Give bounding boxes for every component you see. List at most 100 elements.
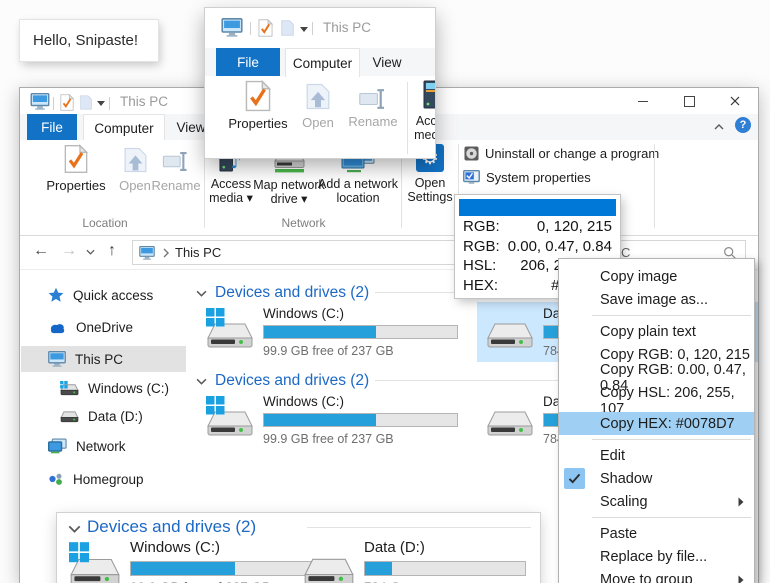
menu-item-paste[interactable]: Paste <box>559 522 754 545</box>
snip-hello-note[interactable]: Hello, Snipaste! <box>20 20 158 61</box>
separator <box>109 97 110 110</box>
snip-window-title: This PC <box>323 20 371 35</box>
minimize-button[interactable] <box>620 88 666 114</box>
menu-item-label: Scaling <box>600 494 648 510</box>
menu-item-save-image-as[interactable]: Save image as... <box>559 288 754 311</box>
sidebar-item-homegroup[interactable]: Homegroup <box>48 467 144 491</box>
rename-icon <box>358 88 388 110</box>
menu-item-label: Copy plain text <box>600 324 696 340</box>
rename-button[interactable]: Rename <box>152 144 200 193</box>
drive-name: Windows (C:) <box>263 394 458 410</box>
drive-usage-fill <box>365 562 392 575</box>
menu-item-label: Replace by file... <box>600 549 707 565</box>
help-icon[interactable]: ? <box>735 117 751 133</box>
menu-separator <box>592 439 751 440</box>
menu-item-edit[interactable]: Edit <box>559 444 754 467</box>
menu-item-copy-image[interactable]: Copy image <box>559 265 754 288</box>
help-glyph: ? <box>740 119 747 131</box>
section-header-devices-2[interactable]: Devices and drives (2) <box>196 372 369 390</box>
drive-name: Windows (C:) <box>263 306 458 322</box>
close-icon <box>730 96 740 106</box>
system-properties-button[interactable]: System properties <box>463 170 591 185</box>
data-drive-icon <box>60 410 79 423</box>
new-item-quick-icon <box>281 20 294 36</box>
properties-icon <box>64 144 88 174</box>
menu-item-shadow[interactable]: Shadow <box>559 467 754 490</box>
color-row-rgb-float: RGB: 0.00, 0.47, 0.84 <box>458 237 617 257</box>
menu-item-copy-hsl[interactable]: Copy HSL: 206, 255, 107 <box>559 389 754 412</box>
tab-computer-label: Computer <box>293 56 352 71</box>
rename-label: Rename <box>151 179 200 193</box>
open-label: Open <box>302 116 334 130</box>
snip-this-pc-window[interactable]: This PC File Computer View Properties Op… <box>205 8 435 158</box>
maximize-button[interactable] <box>666 88 712 114</box>
menu-separator <box>592 315 751 316</box>
tab-file[interactable]: File <box>27 114 77 140</box>
separator <box>250 22 251 35</box>
drive-usage-bar <box>263 413 458 427</box>
forward-button[interactable]: → <box>61 243 77 259</box>
drive-tile-windows-c[interactable]: Windows (C:) 99.9 GB free of 237 GB <box>206 394 458 446</box>
properties-label: Properties <box>46 179 105 193</box>
checkmark-box <box>564 468 585 489</box>
network-icon <box>48 438 67 454</box>
qat-dropdown-icon <box>300 27 308 32</box>
submenu-arrow-icon <box>738 575 744 583</box>
section-header-label: Devices and drives (2) <box>215 372 369 390</box>
quick-access-star-icon <box>48 287 64 303</box>
snip-tabstrip: File Computer View <box>205 48 435 76</box>
drive-tile-windows-c[interactable]: Windows (C:) 99.9 GB free of 237 GB <box>206 306 458 358</box>
sidebar-item-network[interactable]: Network <box>48 434 126 458</box>
new-item-quick-icon[interactable] <box>80 95 92 110</box>
window-title: This PC <box>120 94 168 109</box>
tab-computer-label: Computer <box>94 121 153 136</box>
open-settings-label: OpenSettings <box>407 177 452 204</box>
menu-item-copy-plain-text[interactable]: Copy plain text <box>559 320 754 343</box>
sidebar-item-quick-access[interactable]: Quick access <box>48 283 153 307</box>
menu-item-move-to-group[interactable]: Move to group <box>559 568 754 583</box>
context-menu: Copy image Save image as... Copy plain t… <box>558 258 755 583</box>
system-properties-icon <box>463 170 480 185</box>
menu-item-label: Copy HEX: #0078D7 <box>600 416 735 432</box>
snip-open-button: Open <box>297 82 339 130</box>
this-pc-icon <box>221 18 243 37</box>
menu-item-scaling[interactable]: Scaling <box>559 490 754 513</box>
sidebar-item-onedrive[interactable]: OneDrive <box>48 315 133 339</box>
menu-item-copy-hex[interactable]: Copy HEX: #0078D7 <box>559 412 754 435</box>
section-header-devices-1[interactable]: Devices and drives (2) <box>196 284 369 302</box>
sidebar-item-data-d[interactable]: Data (D:) <box>60 404 143 428</box>
back-button[interactable]: ← <box>33 243 49 259</box>
properties-quick-icon[interactable] <box>60 94 74 111</box>
collapse-chevron-icon <box>196 378 207 385</box>
drive-free-space: 99.9 GB free of 237 GB <box>263 432 458 446</box>
menu-item-replace-by-file[interactable]: Replace by file... <box>559 545 754 568</box>
breadcrumb[interactable]: This PC <box>175 245 221 260</box>
tab-computer[interactable]: Computer <box>83 114 165 141</box>
rename-icon <box>162 151 190 172</box>
breadcrumb-chevron-icon[interactable] <box>163 248 169 258</box>
sidebar-item-label: OneDrive <box>76 320 133 335</box>
minimize-icon <box>638 101 648 102</box>
menu-item-label: Copy RGB: 0, 120, 215 <box>600 347 750 363</box>
sidebar-item-windows-c[interactable]: Windows (C:) <box>60 376 169 400</box>
menu-separator <box>592 517 751 518</box>
minimize-ribbon-icon[interactable] <box>714 124 724 130</box>
tab-view-label: View <box>372 55 401 70</box>
drive-usage-bar <box>364 561 526 576</box>
sidebar-item-this-pc[interactable]: This PC <box>48 347 123 371</box>
group-label-location: Location <box>45 216 165 230</box>
tab-view-label: View <box>176 120 205 135</box>
color-row-label: RGB: <box>463 237 500 257</box>
snip-devices-zoomed[interactable]: Devices and drives (2) Windows (C:) 99.9… <box>57 513 540 583</box>
onedrive-cloud-icon <box>48 321 67 334</box>
recent-locations-icon[interactable] <box>86 249 95 255</box>
up-button[interactable]: ↑ <box>108 243 116 259</box>
properties-button[interactable]: Properties <box>45 144 107 193</box>
data-drive-icon <box>486 400 534 440</box>
section-header-label: Devices and drives (2) <box>215 284 369 302</box>
uninstall-program-button[interactable]: Uninstall or change a program <box>464 146 659 161</box>
qat-dropdown-icon[interactable] <box>97 101 105 106</box>
close-button[interactable] <box>712 88 758 114</box>
windows-drive-icon <box>69 542 121 583</box>
sidebar-item-label: Quick access <box>73 288 153 303</box>
